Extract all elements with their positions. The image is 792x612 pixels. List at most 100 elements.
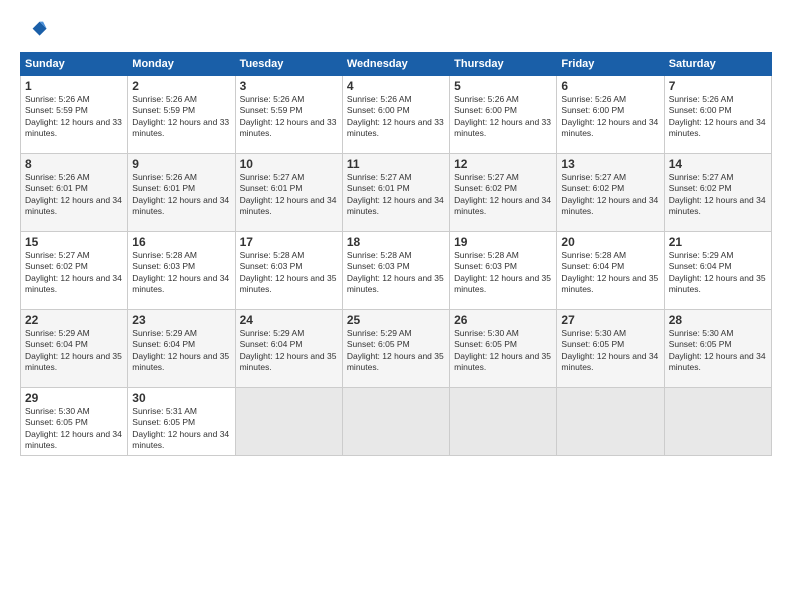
day-info: Sunrise: 5:27 AMSunset: 6:02 PMDaylight:… [25,250,123,296]
calendar-cell: 17Sunrise: 5:28 AMSunset: 6:03 PMDayligh… [235,232,342,310]
day-info: Sunrise: 5:27 AMSunset: 6:01 PMDaylight:… [347,172,445,218]
calendar-cell: 12Sunrise: 5:27 AMSunset: 6:02 PMDayligh… [450,154,557,232]
calendar-cell: 18Sunrise: 5:28 AMSunset: 6:03 PMDayligh… [342,232,449,310]
header [20,16,772,44]
calendar-cell: 2Sunrise: 5:26 AMSunset: 5:59 PMDaylight… [128,76,235,154]
calendar-cell: 22Sunrise: 5:29 AMSunset: 6:04 PMDayligh… [21,310,128,388]
calendar-cell [342,388,449,456]
day-number: 8 [25,157,123,171]
calendar-cell: 13Sunrise: 5:27 AMSunset: 6:02 PMDayligh… [557,154,664,232]
calendar-cell: 3Sunrise: 5:26 AMSunset: 5:59 PMDaylight… [235,76,342,154]
day-number: 13 [561,157,659,171]
day-number: 6 [561,79,659,93]
day-info: Sunrise: 5:29 AMSunset: 6:04 PMDaylight:… [132,328,230,374]
header-monday: Monday [128,53,235,76]
day-info: Sunrise: 5:28 AMSunset: 6:03 PMDaylight:… [240,250,338,296]
header-sunday: Sunday [21,53,128,76]
calendar-header: SundayMondayTuesdayWednesdayThursdayFrid… [21,53,772,76]
calendar-cell: 19Sunrise: 5:28 AMSunset: 6:03 PMDayligh… [450,232,557,310]
header-tuesday: Tuesday [235,53,342,76]
day-info: Sunrise: 5:27 AMSunset: 6:02 PMDaylight:… [454,172,552,218]
calendar-cell [235,388,342,456]
calendar-cell: 10Sunrise: 5:27 AMSunset: 6:01 PMDayligh… [235,154,342,232]
day-number: 28 [669,313,767,327]
calendar-cell: 5Sunrise: 5:26 AMSunset: 6:00 PMDaylight… [450,76,557,154]
calendar-cell: 7Sunrise: 5:26 AMSunset: 6:00 PMDaylight… [664,76,771,154]
day-number: 15 [25,235,123,249]
calendar-body: 1Sunrise: 5:26 AMSunset: 5:59 PMDaylight… [21,76,772,456]
day-number: 27 [561,313,659,327]
day-number: 30 [132,391,230,405]
day-info: Sunrise: 5:26 AMSunset: 6:00 PMDaylight:… [561,94,659,140]
day-info: Sunrise: 5:26 AMSunset: 6:01 PMDaylight:… [25,172,123,218]
day-number: 17 [240,235,338,249]
day-number: 19 [454,235,552,249]
calendar-cell: 11Sunrise: 5:27 AMSunset: 6:01 PMDayligh… [342,154,449,232]
day-info: Sunrise: 5:27 AMSunset: 6:02 PMDaylight:… [669,172,767,218]
day-number: 16 [132,235,230,249]
day-number: 2 [132,79,230,93]
calendar-cell [557,388,664,456]
calendar-cell: 15Sunrise: 5:27 AMSunset: 6:02 PMDayligh… [21,232,128,310]
day-number: 29 [25,391,123,405]
calendar-cell: 8Sunrise: 5:26 AMSunset: 6:01 PMDaylight… [21,154,128,232]
header-row: SundayMondayTuesdayWednesdayThursdayFrid… [21,53,772,76]
day-number: 4 [347,79,445,93]
day-number: 10 [240,157,338,171]
day-info: Sunrise: 5:28 AMSunset: 6:03 PMDaylight:… [454,250,552,296]
calendar-cell: 30Sunrise: 5:31 AMSunset: 6:05 PMDayligh… [128,388,235,456]
day-number: 23 [132,313,230,327]
calendar-cell [450,388,557,456]
week-row-3: 15Sunrise: 5:27 AMSunset: 6:02 PMDayligh… [21,232,772,310]
logo [20,16,52,44]
day-info: Sunrise: 5:30 AMSunset: 6:05 PMDaylight:… [25,406,123,452]
calendar-cell: 27Sunrise: 5:30 AMSunset: 6:05 PMDayligh… [557,310,664,388]
calendar-cell [664,388,771,456]
day-info: Sunrise: 5:26 AMSunset: 5:59 PMDaylight:… [132,94,230,140]
day-number: 7 [669,79,767,93]
day-number: 22 [25,313,123,327]
day-number: 25 [347,313,445,327]
header-wednesday: Wednesday [342,53,449,76]
day-info: Sunrise: 5:26 AMSunset: 6:00 PMDaylight:… [454,94,552,140]
day-number: 21 [669,235,767,249]
calendar-cell: 20Sunrise: 5:28 AMSunset: 6:04 PMDayligh… [557,232,664,310]
day-number: 24 [240,313,338,327]
calendar-cell: 29Sunrise: 5:30 AMSunset: 6:05 PMDayligh… [21,388,128,456]
day-info: Sunrise: 5:29 AMSunset: 6:05 PMDaylight:… [347,328,445,374]
calendar-cell: 1Sunrise: 5:26 AMSunset: 5:59 PMDaylight… [21,76,128,154]
header-thursday: Thursday [450,53,557,76]
day-info: Sunrise: 5:30 AMSunset: 6:05 PMDaylight:… [454,328,552,374]
calendar-cell: 9Sunrise: 5:26 AMSunset: 6:01 PMDaylight… [128,154,235,232]
calendar-cell: 14Sunrise: 5:27 AMSunset: 6:02 PMDayligh… [664,154,771,232]
day-number: 9 [132,157,230,171]
day-number: 26 [454,313,552,327]
calendar-cell: 6Sunrise: 5:26 AMSunset: 6:00 PMDaylight… [557,76,664,154]
logo-icon [20,16,48,44]
day-number: 3 [240,79,338,93]
page: SundayMondayTuesdayWednesdayThursdayFrid… [0,0,792,612]
calendar-cell: 28Sunrise: 5:30 AMSunset: 6:05 PMDayligh… [664,310,771,388]
calendar-cell: 4Sunrise: 5:26 AMSunset: 6:00 PMDaylight… [342,76,449,154]
header-saturday: Saturday [664,53,771,76]
day-info: Sunrise: 5:26 AMSunset: 6:00 PMDaylight:… [669,94,767,140]
week-row-4: 22Sunrise: 5:29 AMSunset: 6:04 PMDayligh… [21,310,772,388]
calendar-cell: 21Sunrise: 5:29 AMSunset: 6:04 PMDayligh… [664,232,771,310]
day-info: Sunrise: 5:29 AMSunset: 6:04 PMDaylight:… [240,328,338,374]
day-info: Sunrise: 5:29 AMSunset: 6:04 PMDaylight:… [25,328,123,374]
day-info: Sunrise: 5:27 AMSunset: 6:01 PMDaylight:… [240,172,338,218]
day-info: Sunrise: 5:26 AMSunset: 5:59 PMDaylight:… [25,94,123,140]
day-number: 14 [669,157,767,171]
calendar-cell: 25Sunrise: 5:29 AMSunset: 6:05 PMDayligh… [342,310,449,388]
day-number: 5 [454,79,552,93]
day-info: Sunrise: 5:26 AMSunset: 6:01 PMDaylight:… [132,172,230,218]
calendar-table: SundayMondayTuesdayWednesdayThursdayFrid… [20,52,772,456]
day-info: Sunrise: 5:31 AMSunset: 6:05 PMDaylight:… [132,406,230,452]
calendar-cell: 23Sunrise: 5:29 AMSunset: 6:04 PMDayligh… [128,310,235,388]
header-friday: Friday [557,53,664,76]
day-info: Sunrise: 5:30 AMSunset: 6:05 PMDaylight:… [561,328,659,374]
calendar-cell: 16Sunrise: 5:28 AMSunset: 6:03 PMDayligh… [128,232,235,310]
day-number: 12 [454,157,552,171]
day-info: Sunrise: 5:29 AMSunset: 6:04 PMDaylight:… [669,250,767,296]
week-row-1: 1Sunrise: 5:26 AMSunset: 5:59 PMDaylight… [21,76,772,154]
